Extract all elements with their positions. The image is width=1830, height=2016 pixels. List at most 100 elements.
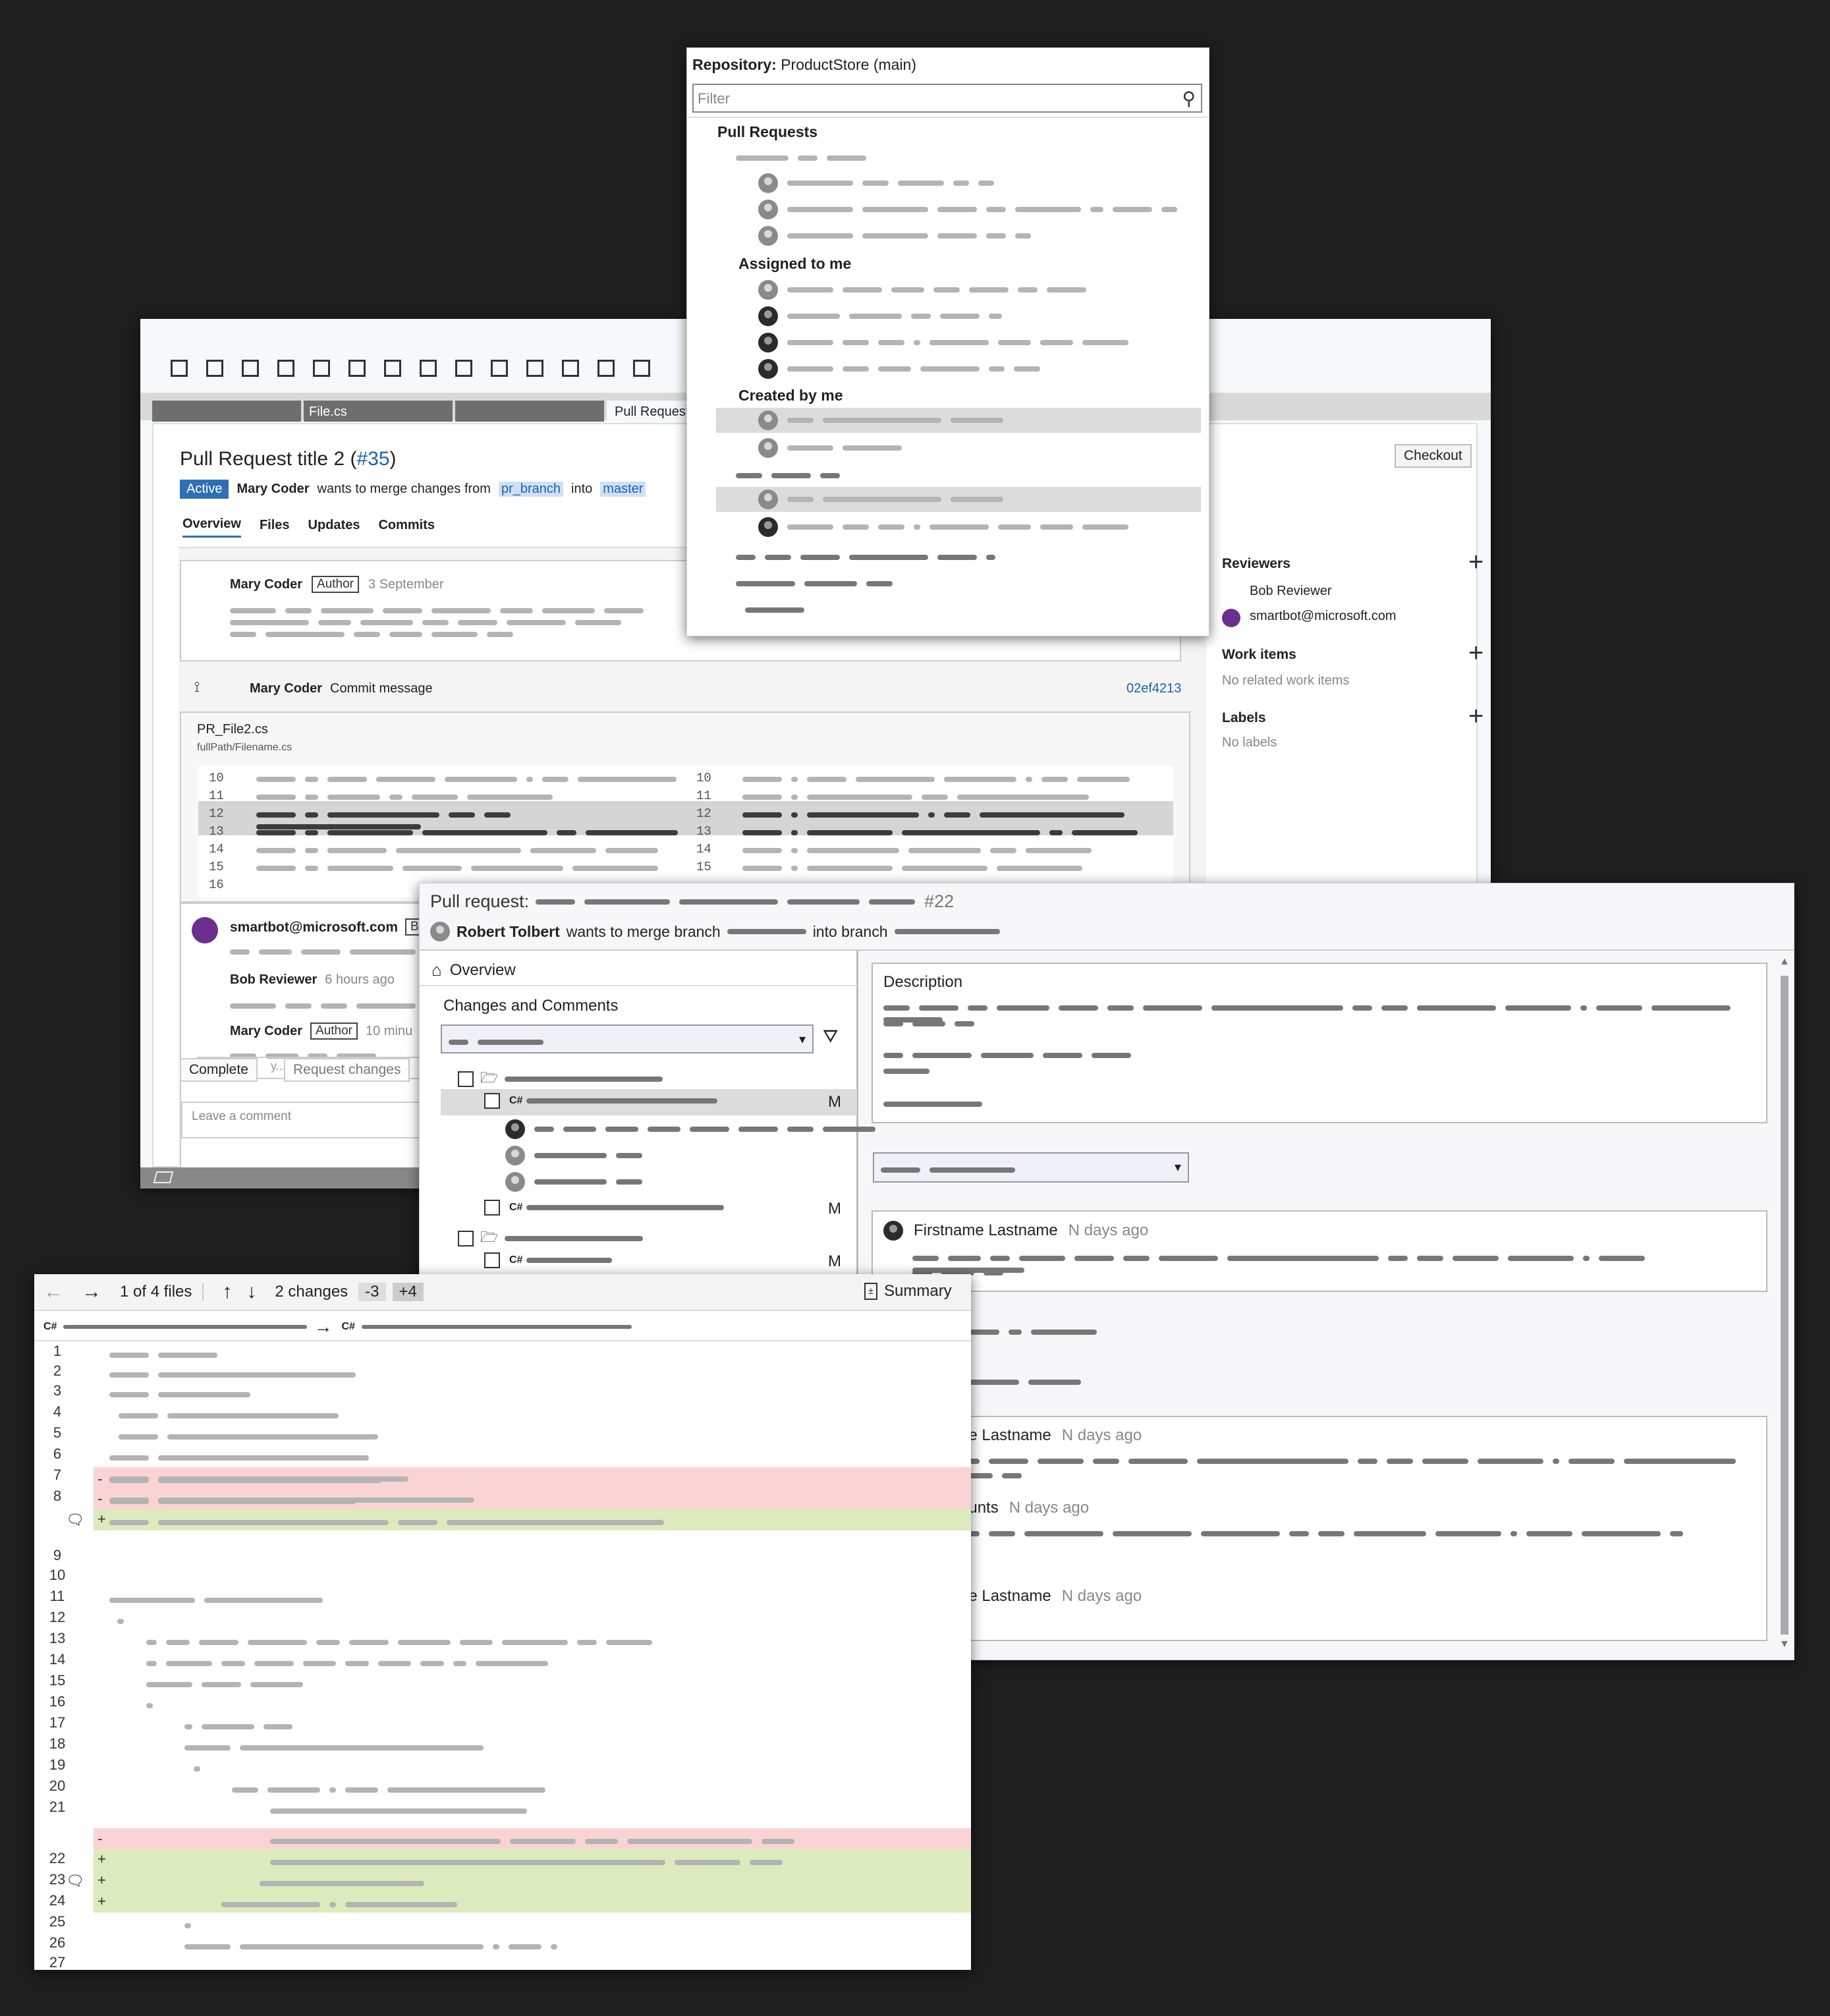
add-work-item-button[interactable]: + — [1468, 640, 1483, 666]
checkbox[interactable] — [484, 1200, 500, 1216]
csharp-icon: C# — [509, 1095, 523, 1106]
tree-comment[interactable] — [505, 1119, 885, 1139]
comment-header: ounts N days ago — [960, 1499, 1090, 1517]
list-item[interactable] — [758, 333, 1138, 352]
toolbar-button[interactable] — [491, 360, 508, 377]
author-badge: Author — [312, 576, 360, 593]
pr-number-link[interactable]: #35 — [356, 448, 389, 470]
list-item[interactable] — [758, 306, 1011, 326]
toolbar-button[interactable] — [171, 360, 188, 377]
scroll-down-arrow[interactable]: ▼ — [1779, 1638, 1790, 1650]
tree-file[interactable]: C# — [484, 1200, 733, 1216]
source-branch[interactable]: pr_branch — [498, 482, 564, 497]
scroll-thumb[interactable] — [1781, 976, 1788, 1635]
tab-updates[interactable]: Updates — [308, 518, 360, 537]
file-path-bar: C# → C# — [43, 1316, 641, 1337]
list-item[interactable] — [758, 200, 1186, 219]
vs-pr-title: Pull request: #22 — [430, 891, 955, 911]
list-item[interactable] — [758, 359, 1049, 379]
pr-nav: Overview Files Updates Commits — [182, 517, 435, 538]
file-name[interactable]: PR_File2.cs — [197, 722, 268, 737]
funnel-icon[interactable]: ⛛ — [823, 1026, 839, 1048]
complete-button[interactable]: Complete — [180, 1058, 258, 1082]
summary-button[interactable]: ± Summary — [864, 1282, 952, 1301]
tree-comment[interactable] — [505, 1172, 652, 1192]
toolbar-button[interactable] — [633, 360, 650, 377]
list-item[interactable] — [758, 410, 1012, 430]
reviewer-name: smartbot@microsoft.com — [1250, 609, 1397, 623]
list-item[interactable] — [758, 517, 1138, 537]
checkbox[interactable] — [458, 1071, 474, 1087]
comment-filter-dropdown[interactable]: ▾ — [873, 1152, 1189, 1183]
csharp-icon: C# — [509, 1254, 523, 1266]
commit-hash-link[interactable]: 02ef4213 — [1126, 681, 1181, 696]
vertical-scrollbar[interactable]: ▲ ▼ — [1777, 956, 1792, 1654]
filter-input[interactable]: Filter ⚲ — [692, 84, 1202, 113]
avatar — [758, 173, 778, 193]
tab-file-cs[interactable]: File.cs — [304, 401, 453, 422]
add-label-button[interactable]: + — [1468, 703, 1483, 729]
right-code — [742, 773, 1164, 880]
toolbar-button[interactable] — [242, 360, 259, 377]
comment-author: Mary Coder — [230, 576, 303, 592]
list-item[interactable] — [758, 438, 911, 458]
toolbar-button[interactable] — [384, 360, 401, 377]
toolbar-button[interactable] — [348, 360, 366, 377]
tree-file[interactable]: C# — [484, 1093, 727, 1109]
avatar — [505, 1146, 525, 1165]
search-icon[interactable]: ⚲ — [1182, 88, 1196, 109]
toolbar-button[interactable] — [597, 360, 615, 377]
forward-arrow-icon[interactable]: → — [82, 1281, 101, 1303]
list-item[interactable] — [758, 280, 1095, 300]
left-code — [256, 773, 691, 880]
checkbox[interactable] — [484, 1093, 500, 1109]
add-reviewer-button[interactable]: + — [1468, 549, 1483, 575]
target-branch[interactable]: master — [600, 482, 646, 497]
toolbar-button[interactable] — [206, 360, 223, 377]
list-item[interactable] — [758, 173, 1003, 193]
filter-dropdown[interactable]: ▾ — [441, 1024, 814, 1053]
overview-link[interactable]: Overview — [450, 961, 516, 980]
file-counter: 1 of 4 files — [120, 1283, 204, 1301]
tree-folder[interactable]: 🗁 — [458, 1067, 672, 1092]
folder-icon: 🗁 — [480, 1069, 499, 1086]
checkbox[interactable] — [458, 1231, 474, 1246]
home-icon[interactable]: ⌂ — [431, 960, 442, 980]
comment-header: ne Lastname N days ago — [960, 1426, 1142, 1444]
status-icon — [153, 1171, 174, 1183]
back-arrow-icon[interactable]: ← — [43, 1281, 63, 1303]
next-change-icon[interactable]: ↓ — [246, 1281, 256, 1303]
toolbar-button[interactable] — [455, 360, 472, 377]
repository-label: Repository: ProductStore (main) — [692, 56, 916, 73]
tree-comment[interactable] — [505, 1146, 652, 1165]
csharp-icon: C# — [509, 1202, 523, 1213]
toolbar-button[interactable] — [562, 360, 579, 377]
scroll-up-arrow[interactable]: ▲ — [1779, 956, 1790, 968]
request-changes-button[interactable]: Request changes — [284, 1058, 410, 1082]
pr-author: Mary Coder — [236, 482, 310, 496]
checkbox[interactable] — [484, 1252, 500, 1268]
description-card: Description — [872, 963, 1767, 1123]
avatar — [758, 306, 778, 326]
tab-blank[interactable] — [455, 401, 604, 422]
list-item[interactable] — [758, 490, 1012, 509]
comment-bubble-icon[interactable]: 🗨 — [66, 1511, 84, 1528]
robot-icon — [192, 917, 218, 943]
chevron-down-icon: ▾ — [798, 1032, 806, 1047]
tree-folder[interactable]: 🗁 — [458, 1226, 652, 1251]
changes-count: 2 changes — [275, 1283, 348, 1301]
tab-files[interactable]: Files — [260, 518, 290, 537]
previous-change-icon[interactable]: ↑ — [222, 1281, 232, 1303]
file-diff-card: PR_File2.cs fullPath/Filename.cs 10 11 1… — [180, 712, 1190, 903]
tree-file[interactable]: C# — [484, 1252, 621, 1268]
tab-commits[interactable]: Commits — [378, 518, 435, 537]
repository-dropdown: Repository: ProductStore (main) Filter ⚲… — [686, 47, 1209, 636]
tab-overview[interactable]: Overview — [182, 517, 241, 538]
toolbar-button[interactable] — [420, 360, 437, 377]
toolbar-button[interactable] — [277, 360, 294, 377]
list-item[interactable] — [758, 226, 1040, 246]
toolbar-button[interactable] — [313, 360, 330, 377]
checkout-button[interactable]: Checkout — [1395, 444, 1472, 468]
toolbar-button[interactable] — [526, 360, 543, 377]
tab-blank[interactable] — [152, 401, 301, 422]
